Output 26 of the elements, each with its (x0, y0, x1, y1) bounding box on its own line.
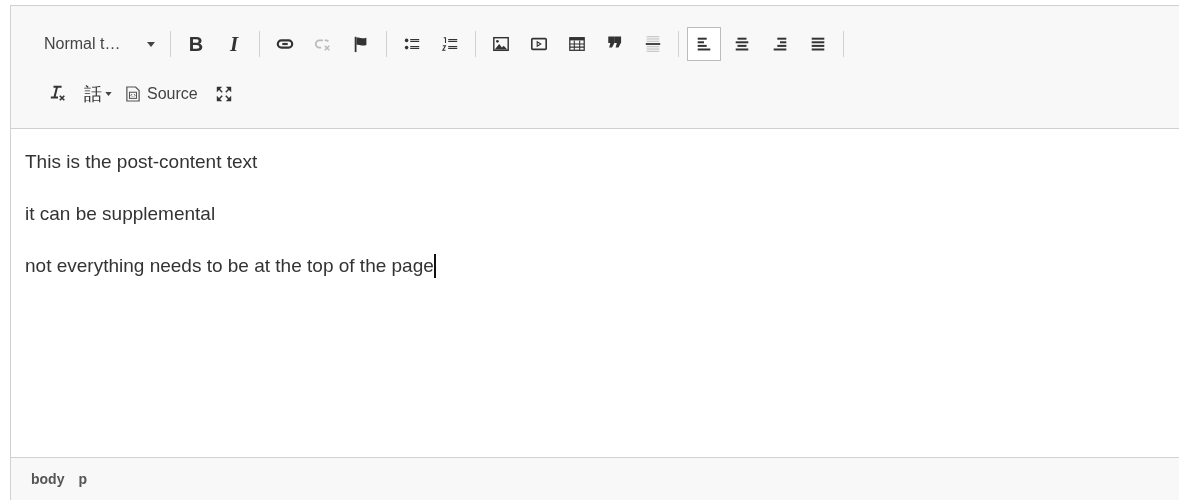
align-right-icon (771, 35, 789, 53)
paragraph: This is the post-content text (25, 150, 258, 174)
numbered-list-icon (441, 35, 459, 53)
italic-button[interactable]: I (217, 27, 251, 61)
language-dropdown[interactable]: 話 (79, 77, 117, 111)
image-icon (492, 35, 510, 53)
paragraph: it can be supplemental (25, 202, 216, 226)
bold-button[interactable]: B (179, 27, 213, 61)
element-path-item[interactable]: body (31, 471, 65, 487)
document-icon (126, 86, 140, 102)
source-button[interactable]: Source (121, 77, 203, 111)
align-left-button[interactable] (687, 27, 721, 61)
paragraph: not everything needs to be at the top of the page (25, 254, 434, 278)
element-path-item[interactable]: p (78, 471, 87, 487)
justify-icon (809, 35, 827, 53)
video-icon (530, 35, 548, 53)
table-icon (568, 35, 586, 53)
align-center-icon (733, 35, 751, 53)
maximize-icon (214, 85, 233, 103)
remove-format-icon (49, 85, 67, 103)
align-left-icon (695, 35, 713, 53)
format-dropdown[interactable]: Normal t… (39, 27, 164, 61)
horizontal-line-icon (644, 35, 662, 53)
caret-icon (147, 41, 155, 47)
blockquote-button[interactable]: ❞ (598, 27, 632, 61)
caret-icon (105, 92, 112, 96)
